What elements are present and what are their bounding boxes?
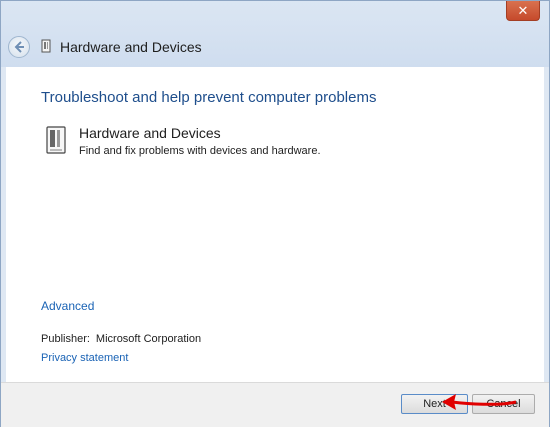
publisher-info: Publisher: Microsoft Corporation bbox=[41, 333, 201, 345]
back-button[interactable] bbox=[8, 36, 30, 58]
troubleshooter-item-title: Hardware and Devices bbox=[79, 125, 221, 141]
close-icon: ✕ bbox=[517, 3, 529, 18]
page-heading: Troubleshoot and help prevent computer p… bbox=[41, 89, 377, 106]
publisher-value: Microsoft Corporation bbox=[95, 333, 202, 345]
back-arrow-icon bbox=[14, 41, 24, 53]
window-title: Hardware and Devices bbox=[60, 39, 202, 55]
troubleshooter-window: ✕ Hardware and Devices Troubleshoot and … bbox=[0, 0, 550, 427]
hardware-icon bbox=[46, 126, 66, 154]
advanced-link[interactable]: Advanced bbox=[41, 299, 94, 313]
content-panel: Troubleshoot and help prevent computer p… bbox=[6, 67, 544, 382]
troubleshooter-item-description: Find and fix problems with devices and h… bbox=[79, 145, 321, 157]
publisher-label: Publisher: bbox=[41, 333, 90, 345]
annotation-arrow-icon bbox=[442, 394, 517, 410]
title-area: ✕ Hardware and Devices bbox=[1, 1, 549, 67]
privacy-statement-link[interactable]: Privacy statement bbox=[41, 352, 128, 364]
close-button[interactable]: ✕ bbox=[506, 1, 540, 21]
hardware-small-icon bbox=[41, 39, 51, 53]
